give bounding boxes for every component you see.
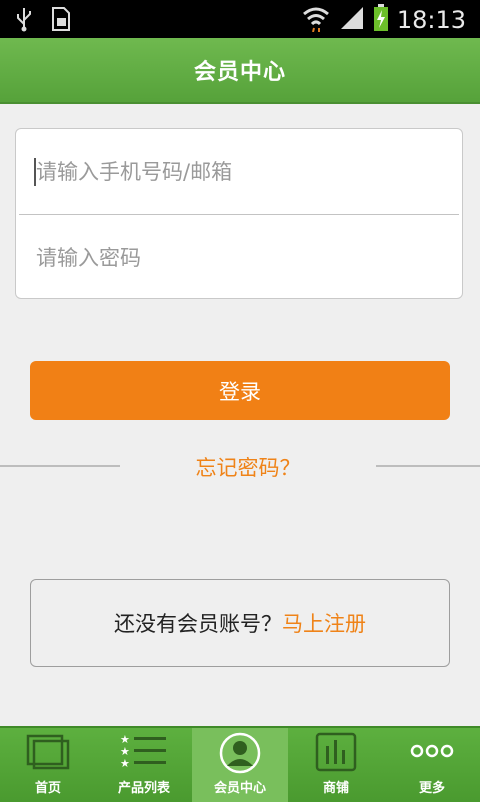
title-bar: 会员中心 [0,38,480,104]
tab-home[interactable]: 首页 [0,728,96,802]
clock: 18:13 [396,6,466,34]
home-icon [26,732,70,774]
tab-member-center-label: 会员中心 [213,781,266,796]
forgot-password-link[interactable]: 忘记密码？ [120,452,376,482]
password-field-row [16,215,462,300]
divider-right [376,465,480,467]
battery-charging-icon [373,4,389,36]
tab-shop-label: 商铺 [322,781,349,796]
signal-icon [339,5,365,35]
sim-icon [50,6,72,36]
divider-left [0,465,120,467]
register-box: 还没有会员账号？ 马上注册 [30,579,450,667]
text-cursor [34,158,36,186]
shop-icon [315,732,357,776]
tab-member-center[interactable]: 会员中心 [192,728,288,802]
login-button[interactable]: 登录 [30,361,450,420]
register-link[interactable]: 马上注册 [282,608,366,638]
login-form [15,128,463,299]
tab-product-list-label: 产品列表 [117,781,170,796]
phone-email-input[interactable] [34,158,438,185]
tab-home-label: 首页 [34,781,61,796]
wifi-icon [301,4,331,36]
phone-email-field-row [16,129,462,214]
tab-more-label: 更多 [418,781,445,796]
more-icon [410,732,454,774]
tab-shop[interactable]: 商铺 [288,728,384,802]
status-bar: 18:13 [0,0,480,38]
bottom-nav: 首页 ★ ★ ★ 产品列表 会员中心 商铺 更多 [0,726,480,802]
product-list-icon: ★ ★ ★ [120,732,168,774]
page-title: 会员中心 [193,60,286,85]
password-input[interactable] [34,244,438,271]
tab-product-list[interactable]: ★ ★ ★ 产品列表 [96,728,192,802]
register-prompt: 还没有会员账号？ [114,612,282,636]
usb-icon [14,6,34,36]
tab-more[interactable]: 更多 [384,728,480,802]
member-icon [218,732,262,778]
svg-text:★: ★ [120,757,130,770]
